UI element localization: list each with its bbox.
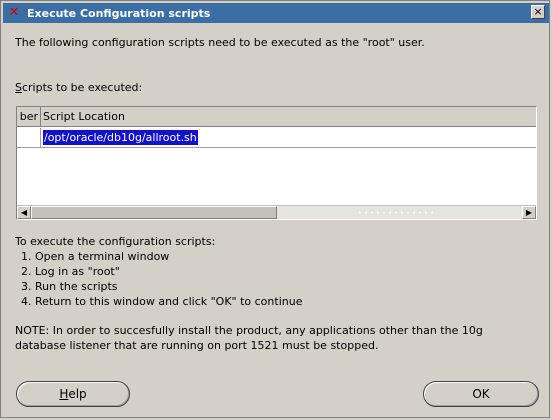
instruction-step: Open a terminal window — [35, 249, 302, 264]
table-header: ber Script Location — [17, 107, 536, 127]
execute-config-dialog: ✕ Execute Configuration scripts × The fo… — [0, 0, 550, 418]
row-number-cell — [17, 128, 41, 147]
instruction-step: Return to this window and click "OK" to … — [35, 294, 302, 309]
close-button[interactable]: × — [531, 5, 545, 19]
instructions: To execute the configuration scripts: Op… — [15, 234, 302, 309]
window-title: Execute Configuration scripts — [27, 6, 211, 20]
intro-text: The following configuration scripts need… — [15, 36, 425, 49]
horizontal-scrollbar[interactable]: ◀ ▶ — [17, 205, 536, 219]
script-location-cell[interactable]: /opt/oracle/db10g/allroot.sh — [43, 130, 198, 145]
scripts-label: Scripts to be executed: — [15, 81, 143, 94]
scroll-right-arrow-icon[interactable]: ▶ — [522, 206, 536, 219]
scroll-left-arrow-icon[interactable]: ◀ — [17, 206, 31, 219]
help-button[interactable]: Help — [16, 381, 130, 407]
column-header-number[interactable]: ber — [17, 107, 41, 127]
instructions-steps: Open a terminal window Log in as "root" … — [15, 249, 302, 309]
scrollbar-thumb[interactable] — [31, 206, 277, 219]
scrollbar-grip — [357, 210, 437, 215]
close-icon: × — [533, 5, 543, 18]
scripts-table[interactable]: ber Script Location /opt/oracle/db10g/al… — [16, 106, 537, 220]
column-header-script-location[interactable]: Script Location — [41, 107, 536, 127]
table-row[interactable]: /opt/oracle/db10g/allroot.sh — [17, 128, 536, 148]
ok-button[interactable]: OK — [423, 381, 539, 407]
instruction-step: Log in as "root" — [35, 264, 302, 279]
title-bar[interactable]: ✕ Execute Configuration scripts × — [3, 3, 549, 23]
app-icon: ✕ — [8, 5, 20, 20]
note-text: NOTE: In order to succesfully install th… — [15, 324, 483, 352]
instructions-heading: To execute the configuration scripts: — [15, 235, 216, 248]
instruction-step: Run the scripts — [35, 279, 302, 294]
